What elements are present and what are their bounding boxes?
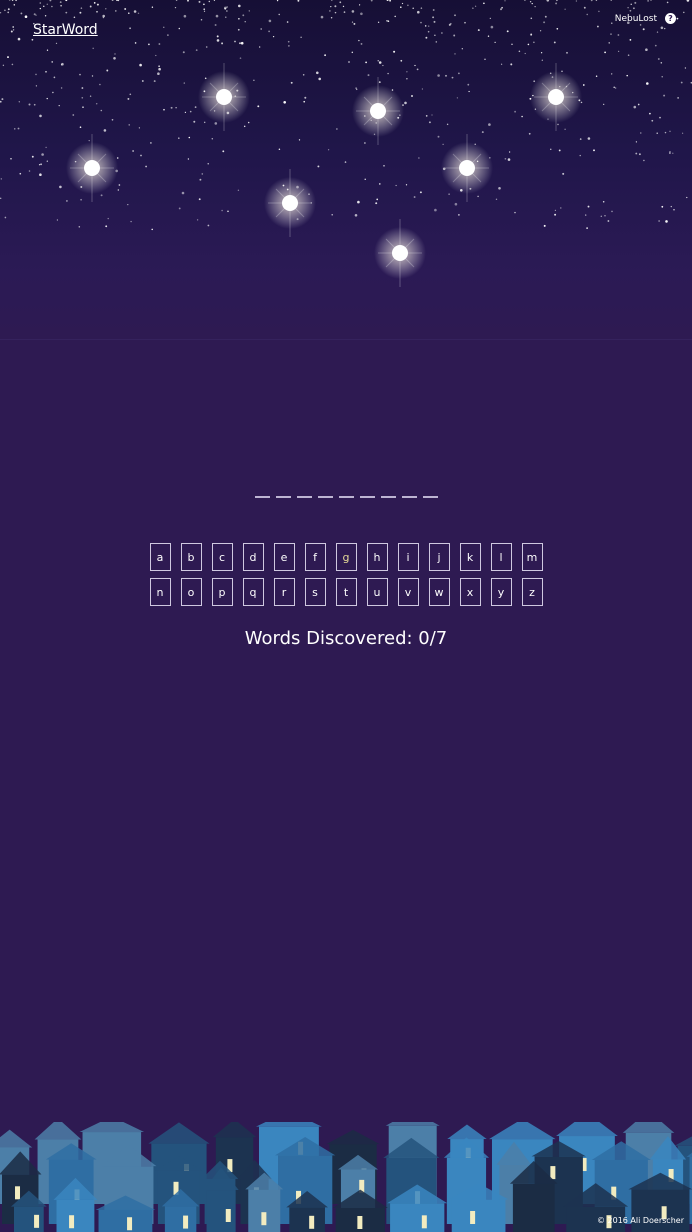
keyboard-row: abcdefghijklm (0, 543, 692, 571)
letter-blank (422, 496, 438, 498)
key-n[interactable]: n (149, 578, 171, 606)
key-p[interactable]: p (211, 578, 233, 606)
key-w[interactable]: w (428, 578, 450, 606)
constellation-stars[interactable] (66, 63, 582, 287)
key-j[interactable]: j (428, 543, 450, 571)
key-e[interactable]: e (273, 543, 295, 571)
background-stars (0, 0, 692, 231)
key-q[interactable]: q (242, 578, 264, 606)
night-sky (0, 0, 692, 340)
key-g[interactable]: g (335, 543, 357, 571)
constellation-star[interactable] (198, 63, 250, 131)
key-s[interactable]: s (304, 578, 326, 606)
key-l[interactable]: l (490, 543, 512, 571)
letter-blank (296, 496, 312, 498)
letter-keyboard: abcdefghijklm nopqrstuvwxyz (0, 543, 692, 613)
key-a[interactable]: a (149, 543, 171, 571)
constellation-star[interactable] (352, 77, 404, 145)
nebulost-link[interactable]: NebuLost (615, 14, 657, 24)
key-f[interactable]: f (304, 543, 326, 571)
key-b[interactable]: b (180, 543, 202, 571)
key-x[interactable]: x (459, 578, 481, 606)
help-icon[interactable]: ? (665, 13, 676, 24)
key-r[interactable]: r (273, 578, 295, 606)
constellation-star[interactable] (441, 134, 493, 202)
letter-blank (380, 496, 396, 498)
starfield[interactable] (0, 0, 692, 340)
key-m[interactable]: m (521, 543, 543, 571)
letter-blank (359, 496, 375, 498)
key-u[interactable]: u (366, 578, 388, 606)
constellation-star[interactable] (374, 219, 426, 287)
constellation-star[interactable] (66, 134, 118, 202)
letter-blank (275, 496, 291, 498)
letter-blank (338, 496, 354, 498)
key-y[interactable]: y (490, 578, 512, 606)
letter-blank (317, 496, 333, 498)
letter-blank (254, 496, 270, 498)
keyboard-row: nopqrstuvwxyz (0, 578, 692, 606)
top-right-menu: NebuLost ? (615, 13, 676, 24)
key-v[interactable]: v (397, 578, 419, 606)
key-t[interactable]: t (335, 578, 357, 606)
town-skyline (0, 1122, 692, 1232)
letter-blank (401, 496, 417, 498)
key-d[interactable]: d (242, 543, 264, 571)
words-discovered-counter: Words Discovered: 0/7 (244, 628, 448, 649)
key-z[interactable]: z (521, 578, 543, 606)
constellation-star[interactable] (264, 169, 316, 237)
app-title-link[interactable]: StarWord (33, 22, 98, 38)
key-i[interactable]: i (397, 543, 419, 571)
horizon-line (0, 339, 692, 340)
key-o[interactable]: o (180, 578, 202, 606)
key-c[interactable]: c (211, 543, 233, 571)
constellation-star[interactable] (530, 63, 582, 131)
key-h[interactable]: h (366, 543, 388, 571)
key-k[interactable]: k (459, 543, 481, 571)
copyright-text: © 2016 Ali Doerscher (596, 1216, 684, 1225)
word-blanks (0, 496, 692, 498)
